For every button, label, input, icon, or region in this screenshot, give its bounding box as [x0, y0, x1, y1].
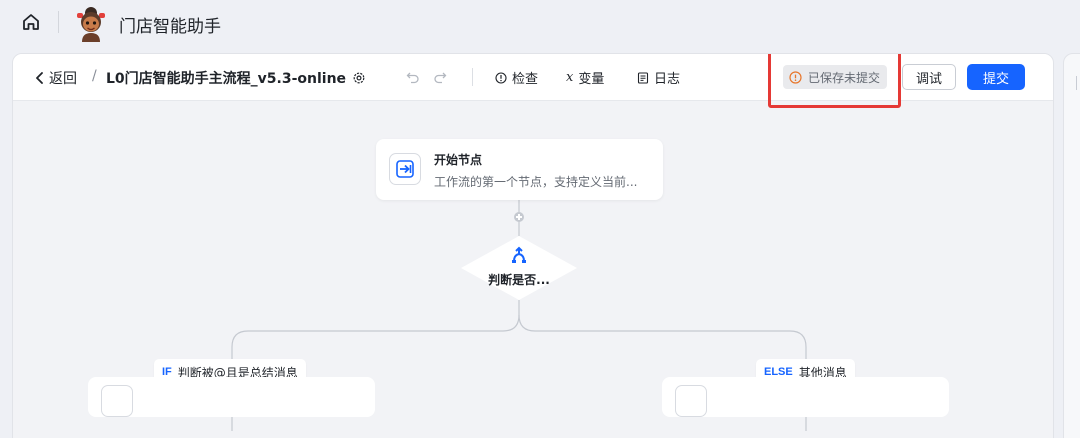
variables-button[interactable]: 𝑥 变量 — [566, 68, 604, 87]
variable-icon: 𝑥 — [566, 70, 574, 85]
info-icon — [495, 71, 507, 84]
side-panel — [1063, 53, 1080, 438]
condition-node[interactable]: 判断是否... — [461, 236, 577, 300]
toolbar-divider — [472, 68, 473, 86]
back-label: 返回 — [49, 71, 77, 87]
start-node[interactable]: 开始节点 工作流的第一个节点，支持定义当前... — [376, 139, 663, 200]
add-node-button[interactable] — [514, 212, 524, 222]
start-node-description: 工作流的第一个节点，支持定义当前... — [434, 175, 638, 189]
side-panel-handle[interactable] — [1076, 76, 1077, 90]
home-icon[interactable] — [20, 11, 42, 33]
check-button[interactable]: 检查 — [495, 68, 538, 87]
log-label: 日志 — [654, 72, 681, 87]
flow-title-text: L0门店智能助手主流程_v5.3-online — [106, 71, 347, 87]
node-icon — [101, 385, 133, 417]
warning-icon — [789, 70, 802, 84]
back-button[interactable]: 返回 — [35, 68, 77, 88]
document-icon — [637, 71, 649, 84]
else-target-node[interactable] — [662, 377, 949, 417]
if-target-node[interactable] — [88, 377, 375, 417]
status-label: 已保存未提交 — [808, 70, 881, 85]
undo-icon[interactable] — [406, 69, 420, 88]
submit-button[interactable]: 提交 — [967, 64, 1025, 90]
status-badge: 已保存未提交 — [783, 65, 887, 89]
condition-label: 判断是否... — [488, 273, 550, 287]
log-button[interactable]: 日志 — [637, 68, 680, 87]
start-node-title: 开始节点 — [434, 153, 483, 167]
header-divider — [58, 11, 59, 33]
assistant-avatar-icon — [74, 4, 108, 42]
app-title: 门店智能助手 — [119, 17, 221, 37]
enter-icon — [389, 153, 421, 185]
redo-icon[interactable] — [433, 69, 447, 88]
variables-label: 变量 — [578, 72, 605, 87]
chevron-left-icon — [36, 72, 43, 84]
node-icon — [675, 385, 707, 417]
check-label: 检查 — [512, 72, 539, 87]
breadcrumb-separator: / — [92, 68, 97, 84]
app-header: 门店智能助手 — [0, 0, 1080, 46]
branch-icon — [509, 246, 529, 271]
editor-toolbar: 返回 / L0门店智能助手主流程_v5.3-online 检查 𝑥 变量 日志 … — [13, 54, 1053, 108]
gear-icon[interactable] — [352, 71, 366, 85]
debug-button[interactable]: 调试 — [902, 64, 956, 90]
flow-title: L0门店智能助手主流程_v5.3-online — [106, 68, 366, 88]
